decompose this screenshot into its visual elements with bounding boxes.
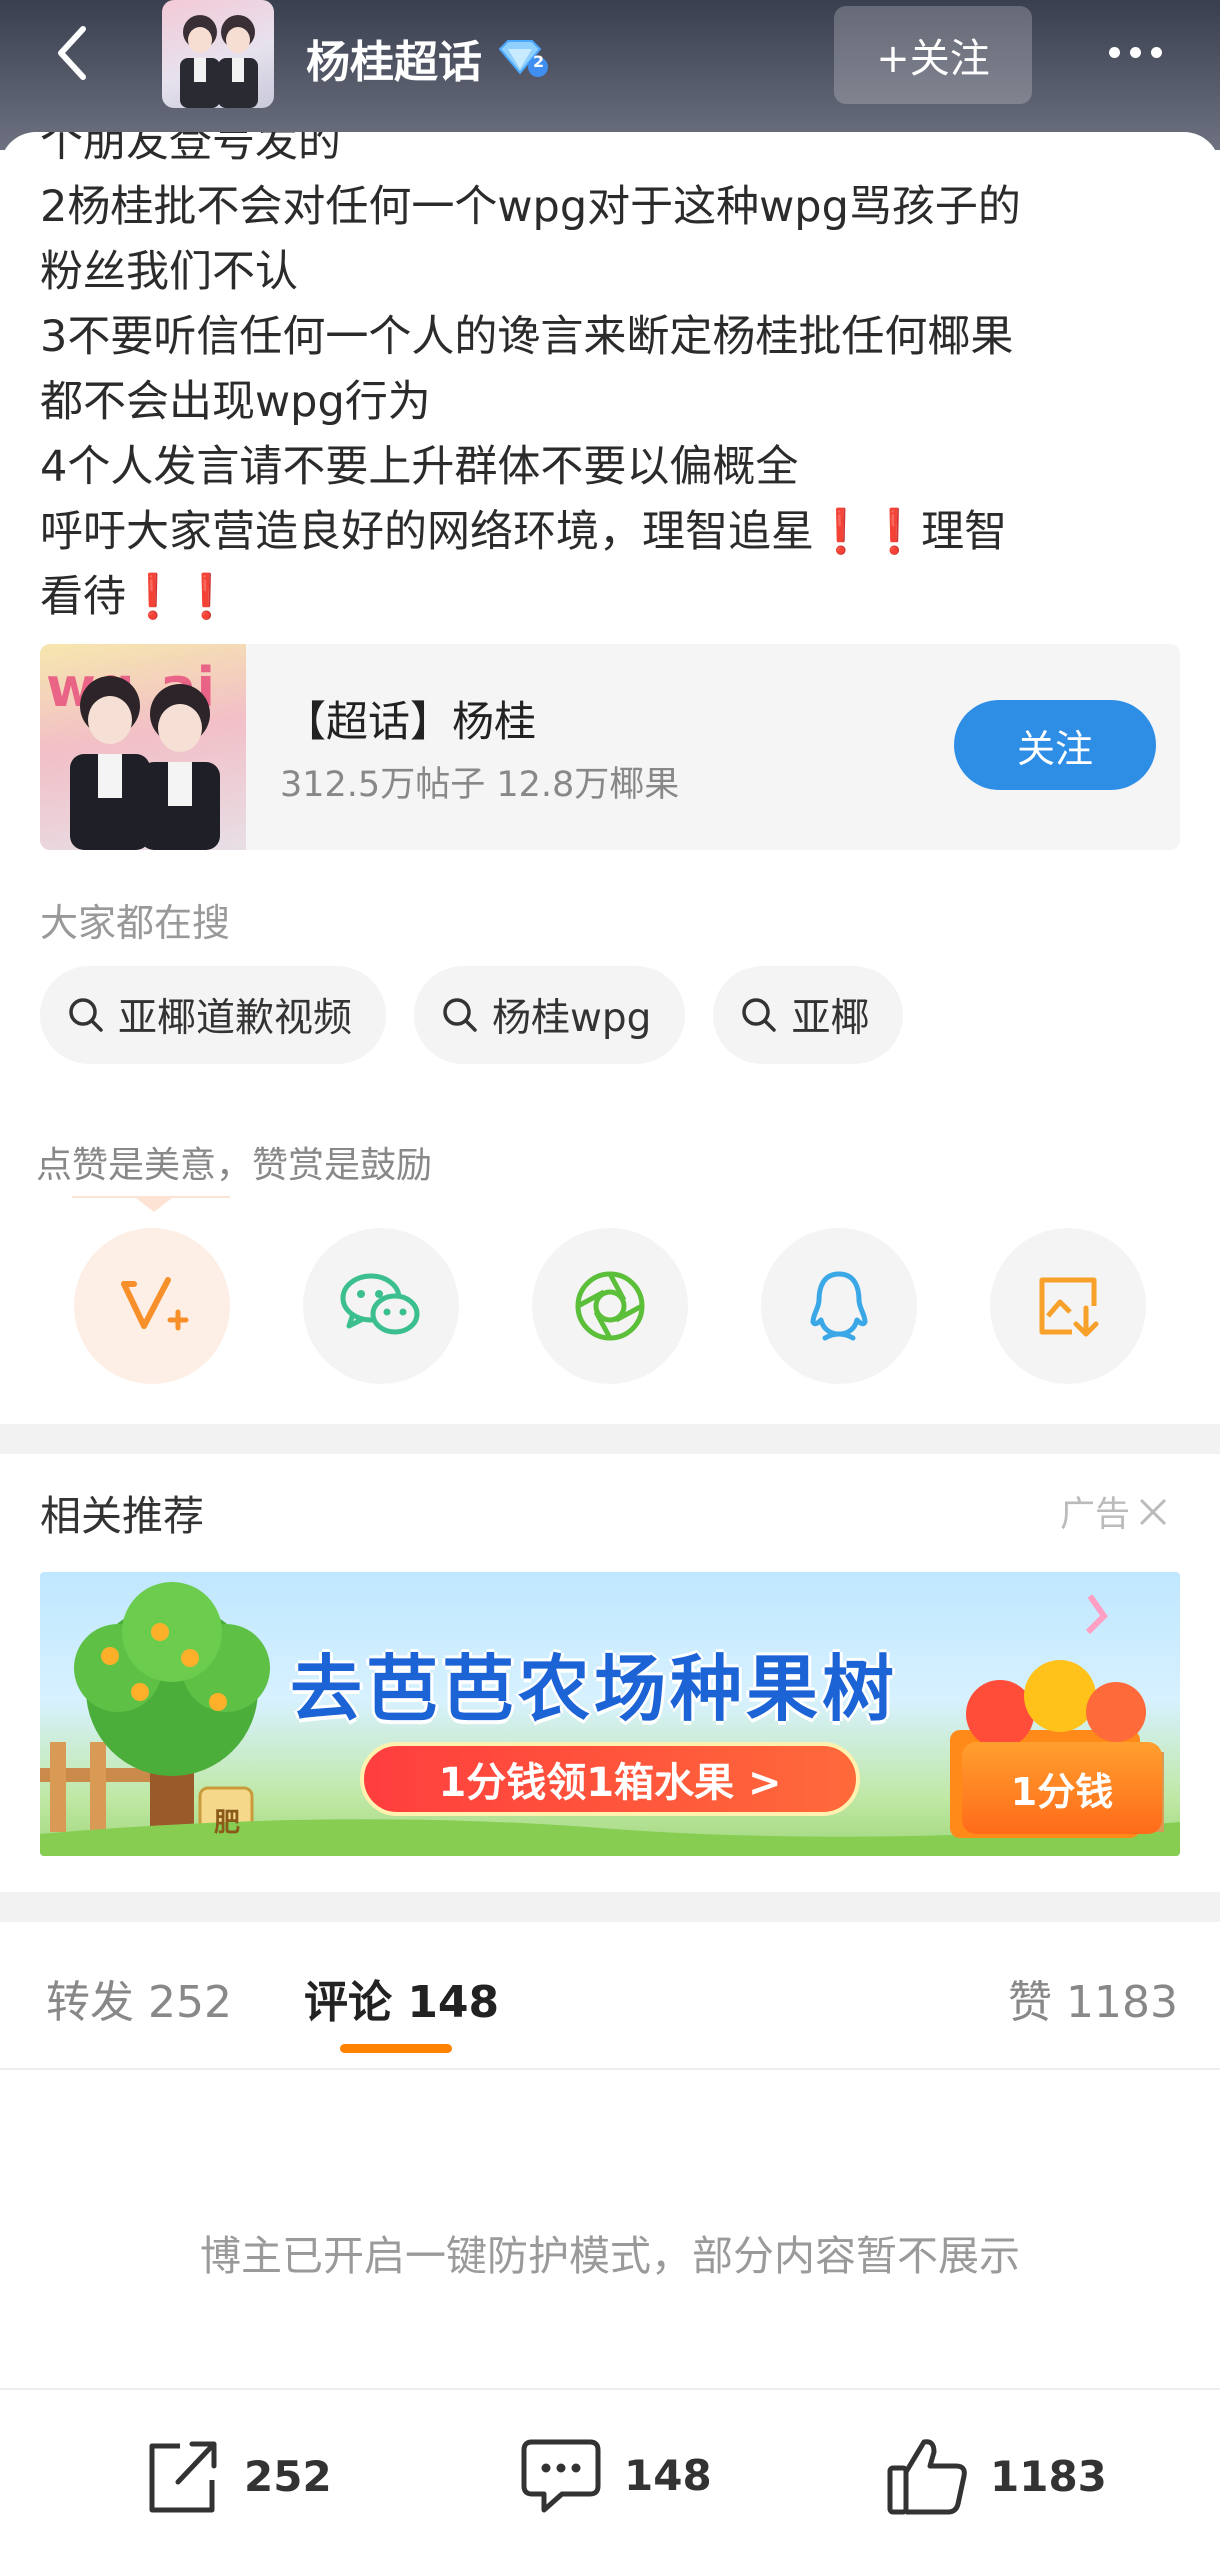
- search-chip-label: 杨桂wpg: [492, 996, 652, 1041]
- follow-topic-button[interactable]: +关注: [834, 6, 1032, 104]
- thumbs-up-icon: [887, 2439, 967, 2515]
- wechat-icon: [340, 1273, 420, 1335]
- close-icon: [1139, 1498, 1167, 1525]
- comment-icon: [521, 2439, 601, 2513]
- level-badge-number: 2: [533, 52, 545, 71]
- share-arrow-icon: [149, 2441, 217, 2513]
- protection-mode-message: 博主已开启一键防护模式，部分内容暂不展示: [200, 2232, 1020, 2280]
- search-chip-label: 亚椰: [791, 996, 870, 1041]
- search-chip[interactable]: 亚椰: [713, 966, 904, 1064]
- reward-indicator-caret: [136, 1198, 172, 1212]
- reward-hint: 点赞是美意，赞赏是鼓励: [36, 1145, 433, 1186]
- reward-button[interactable]: [74, 1228, 230, 1384]
- search-icon: [742, 998, 777, 1032]
- post-line: 2杨桂批不会对任何一个wpg对于这种wpg骂孩子的: [40, 182, 1021, 232]
- reward-v-icon: [121, 1277, 189, 1331]
- qq-icon: [810, 1271, 868, 1341]
- search-chip-label: 亚椰道歉视频: [118, 996, 353, 1041]
- post-line: 个朋友登号发的: [40, 132, 341, 167]
- back-arrow-icon: [58, 26, 86, 80]
- related-recommend-title: 相关推荐: [40, 1492, 204, 1540]
- supertopic-stats: 312.5万帖子 12.8万椰果: [280, 765, 680, 805]
- ad-headline: 去芭芭农场种果树: [290, 1647, 899, 1731]
- post-line: 都不会出现wpg行为: [40, 377, 431, 427]
- save-image-button[interactable]: [990, 1228, 1146, 1384]
- tab-repost[interactable]: 转发 252: [46, 1966, 232, 2030]
- active-tab-indicator: [340, 2044, 452, 2053]
- tab-like[interactable]: 赞 1183: [1008, 1966, 1178, 2030]
- comment-count: 148: [624, 2450, 712, 2500]
- ad-cta-button[interactable]: 1分钱领1箱水果 >: [360, 1742, 860, 1816]
- section-divider: [0, 1892, 1220, 1922]
- post-line: 4个人发言请不要上升群体不要以偏概全: [40, 442, 799, 492]
- trending-search-label: 大家都在搜: [40, 901, 231, 945]
- supertopic-follow-button[interactable]: 关注: [954, 700, 1156, 790]
- moments-icon: [575, 1271, 645, 1341]
- share-moments-button[interactable]: [532, 1228, 688, 1384]
- comment-button[interactable]: 148: [518, 2434, 712, 2516]
- trending-search-chips: 亚椰道歉视频 杨桂wpg 亚椰: [40, 966, 904, 1064]
- search-icon: [69, 998, 103, 1032]
- post-line: 看待❗❗: [40, 572, 234, 622]
- back-button[interactable]: [38, 18, 108, 88]
- like-button[interactable]: 1183: [884, 2434, 1107, 2518]
- more-options-icon[interactable]: [1090, 22, 1180, 82]
- post-line: 呼吁大家营造良好的网络环境，理智追星❗❗理智: [40, 507, 1008, 557]
- supertopic-title: 【超话】杨桂: [284, 697, 537, 746]
- section-divider: [0, 1424, 1220, 1454]
- top-bar: 杨桂超话 2 +关注: [0, 0, 1220, 150]
- topic-title: 杨桂超话: [306, 37, 482, 88]
- tab-comment[interactable]: 评论 148: [304, 1966, 499, 2030]
- save-image-icon: [1039, 1277, 1099, 1337]
- ad-label: 广告: [1060, 1495, 1131, 1535]
- search-icon: [443, 998, 477, 1032]
- follow-topic-label: +关注: [876, 36, 990, 82]
- ad-tag[interactable]: 广告: [1060, 1486, 1170, 1537]
- share-qq-button[interactable]: [761, 1228, 917, 1384]
- repost-count: 252: [244, 2451, 332, 2501]
- topic-avatar[interactable]: [162, 0, 274, 108]
- search-chip[interactable]: 亚椰道歉视频: [40, 966, 387, 1064]
- tabs-separator: [0, 2068, 1220, 2070]
- supertopic-thumbnail: wg ai: [40, 644, 246, 850]
- post-line: 3不要听信任何一个人的谗言来断定杨桂批任何椰果: [40, 312, 1014, 362]
- share-row: [74, 1228, 1146, 1384]
- post-line: 粉丝我们不认: [40, 247, 298, 297]
- like-count: 1183: [990, 2451, 1107, 2501]
- bottom-action-bar: 252 148 1183: [0, 2390, 1220, 2566]
- supertopic-card[interactable]: wg ai 【超话】杨桂 312.5万帖子 12.8万椰果 关注: [40, 644, 1180, 850]
- level-badge-icon: 2: [496, 39, 548, 77]
- fertilizer-bag-label: 肥: [214, 1808, 241, 1838]
- search-chip[interactable]: 杨桂wpg: [414, 966, 686, 1064]
- interaction-tabs: 转发 252 评论 148 赞 1183: [0, 1922, 1220, 2062]
- post-body: 个朋友登号发的 2杨桂批不会对任何一个wpg对于这种wpg骂孩子的 粉丝我们不认…: [40, 132, 1180, 630]
- ad-price-badge: 1分钱: [962, 1742, 1162, 1834]
- share-wechat-button[interactable]: [303, 1228, 459, 1384]
- topic-title-group[interactable]: 杨桂超话 2: [306, 26, 548, 90]
- ad-banner[interactable]: 去芭芭农场种果树 1分钱领1箱水果 > 1分钱 肥: [40, 1572, 1180, 1856]
- post-detail-sheet: 个朋友登号发的 2杨桂批不会对任何一个wpg对于这种wpg骂孩子的 粉丝我们不认…: [0, 132, 1220, 2566]
- repost-button[interactable]: 252: [140, 2434, 332, 2518]
